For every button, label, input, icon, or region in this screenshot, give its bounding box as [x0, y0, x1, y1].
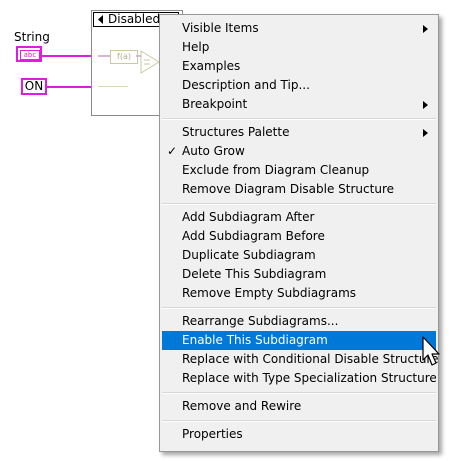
menu-separator	[162, 118, 436, 120]
menu-item-visible-items[interactable]: Visible Items	[162, 19, 436, 38]
submenu-arrow-icon	[423, 101, 428, 109]
menu-item-label: Add Subdiagram Before	[182, 229, 325, 243]
menu-item-label: Enable This Subdiagram	[182, 333, 328, 347]
menu-item-replace-type-specialization[interactable]: Replace with Type Specialization Structu…	[162, 369, 437, 388]
menu-item-label: Remove Empty Subdiagrams	[182, 286, 357, 300]
internal-wire	[98, 55, 110, 57]
menu-item-auto-grow[interactable]: ✓ Auto Grow	[162, 142, 436, 161]
menu-item-description-and-tip[interactable]: Description and Tip...	[162, 76, 436, 95]
menu-item-help[interactable]: Help	[162, 38, 436, 57]
submenu-arrow-icon	[423, 25, 428, 33]
menu-item-properties[interactable]: Properties	[162, 425, 436, 444]
menu-item-label: Remove Diagram Disable Structure	[182, 182, 394, 196]
checkmark-icon: ✓	[167, 144, 178, 158]
menu-item-structures-palette[interactable]: Structures Palette	[162, 123, 436, 142]
selector-left-arrow-icon[interactable]	[96, 14, 106, 25]
subdiagram-selector-label: Disabled	[108, 12, 161, 26]
menu-item-breakpoint[interactable]: Breakpoint	[162, 95, 436, 114]
menu-item-label: Help	[182, 40, 210, 54]
menu-item-label: Examples	[182, 59, 241, 73]
menu-item-examples[interactable]: Examples	[162, 57, 436, 76]
menu-item-remove-empty-subdiagrams[interactable]: Remove Empty Subdiagrams	[162, 284, 436, 303]
menu-item-add-subdiagram-after[interactable]: Add Subdiagram After	[162, 208, 436, 227]
menu-item-remove-diagram-disable[interactable]: Remove Diagram Disable Structure	[162, 180, 436, 199]
menu-separator	[162, 420, 436, 422]
equal-compare-icon	[140, 50, 160, 74]
menu-item-label: Breakpoint	[182, 97, 248, 111]
menu-item-label: Rearrange Subdiagrams...	[182, 314, 339, 328]
boolean-terminal-text: ON	[24, 79, 44, 93]
string-control-terminal[interactable]: abc	[16, 46, 42, 62]
menu-item-label: Duplicate Subdiagram	[182, 248, 316, 262]
menu-item-replace-conditional-disable[interactable]: Replace with Conditional Disable Structu…	[162, 350, 439, 369]
internal-bool-wire	[98, 86, 128, 87]
menu-item-exclude-from-cleanup[interactable]: Exclude from Diagram Cleanup	[162, 161, 436, 180]
string-wire[interactable]	[42, 55, 92, 57]
context-menu: Visible Items Help Examples Description …	[159, 14, 439, 452]
menu-item-label: Visible Items	[182, 21, 259, 35]
menu-separator	[162, 307, 436, 309]
format-node: f(a)	[110, 50, 138, 64]
string-terminal-label: String	[14, 30, 50, 44]
menu-item-add-subdiagram-before[interactable]: Add Subdiagram Before	[162, 227, 436, 246]
menu-item-remove-and-rewire[interactable]: Remove and Rewire	[162, 397, 436, 416]
menu-item-delete-subdiagram[interactable]: Delete This Subdiagram	[162, 265, 436, 284]
menu-item-duplicate-subdiagram[interactable]: Duplicate Subdiagram	[162, 246, 436, 265]
menu-item-enable-this-subdiagram[interactable]: Enable This Subdiagram	[162, 331, 436, 350]
mouse-pointer-icon	[422, 336, 440, 366]
menu-item-rearrange-subdiagrams[interactable]: Rearrange Subdiagrams...	[162, 312, 436, 331]
menu-item-label: Replace with Type Specialization Structu…	[182, 371, 437, 385]
menu-item-label: Replace with Conditional Disable Structu…	[182, 352, 439, 366]
menu-item-label: Auto Grow	[182, 144, 245, 158]
menu-item-label: Exclude from Diagram Cleanup	[182, 163, 370, 177]
menu-item-label: Add Subdiagram After	[182, 210, 315, 224]
boolean-control-terminal[interactable]: ON	[21, 78, 47, 95]
menu-separator	[162, 392, 436, 394]
menu-item-label: Structures Palette	[182, 125, 290, 139]
menu-item-label: Delete This Subdiagram	[182, 267, 327, 281]
menu-item-label: Properties	[182, 427, 243, 441]
submenu-arrow-icon	[423, 129, 428, 137]
menu-item-label: Remove and Rewire	[182, 399, 302, 413]
menu-item-label: Description and Tip...	[182, 78, 310, 92]
string-terminal-glyph: abc	[20, 50, 40, 60]
boolean-wire[interactable]	[47, 86, 92, 88]
menu-separator	[162, 203, 436, 205]
